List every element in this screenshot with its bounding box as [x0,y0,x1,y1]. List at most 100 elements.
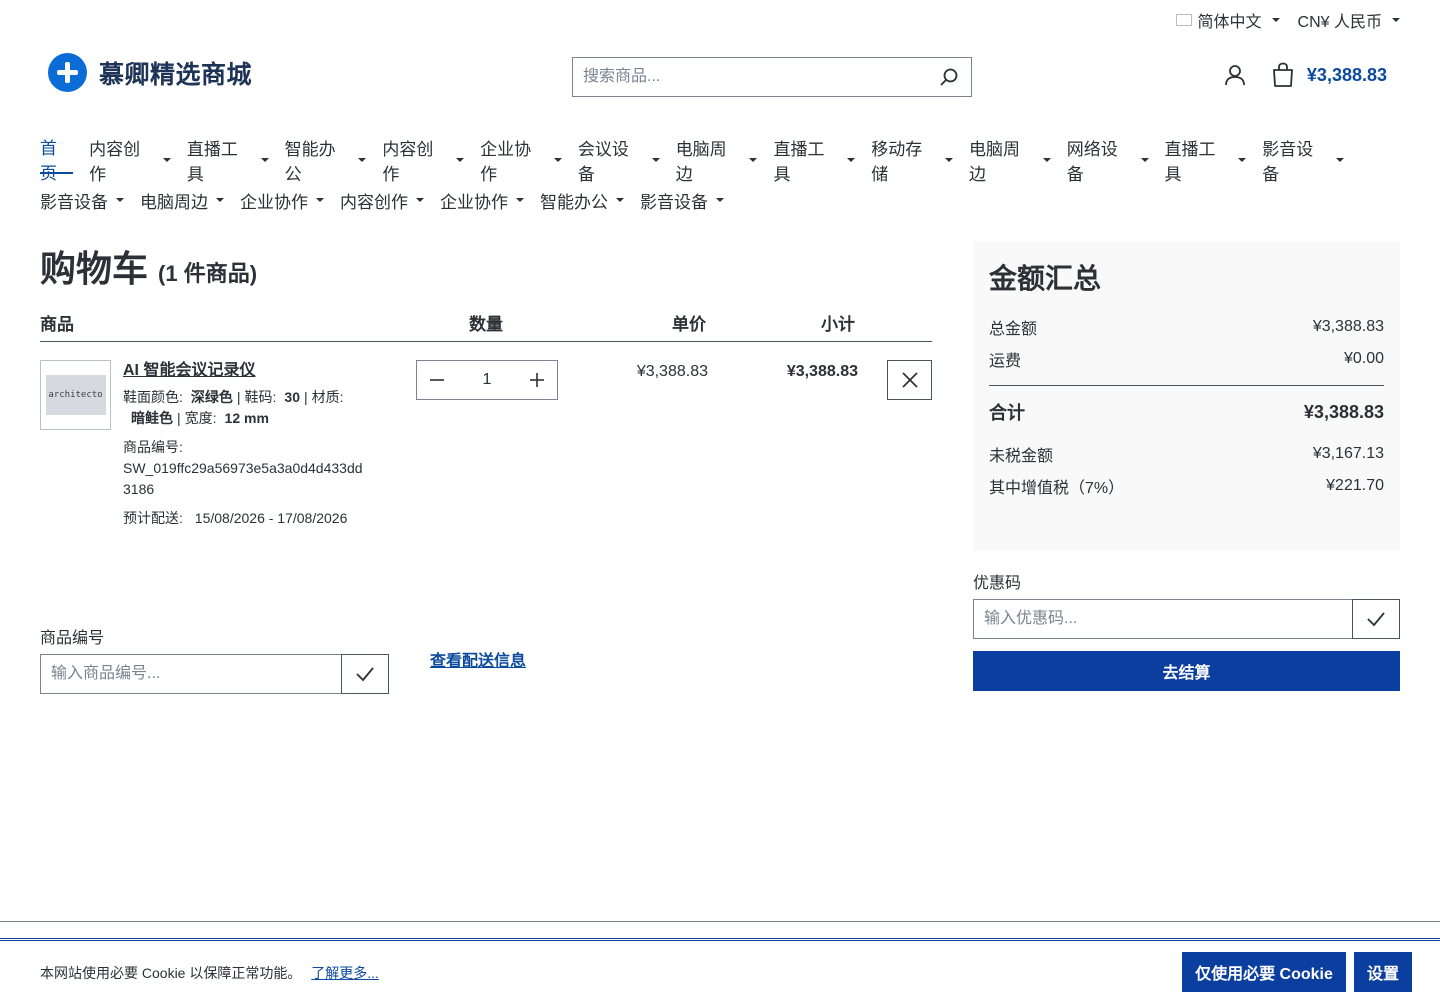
cookie-notice: 本网站使用必要 Cookie 以保障正常功能。 了解更多... [40,963,379,983]
caret-down-icon [1042,158,1051,162]
column-quantity: 数量 [469,315,503,334]
checkout-button[interactable]: 去结算 [973,651,1400,691]
nav-item[interactable]: 企业协作 [480,140,562,184]
search-bar [572,57,972,97]
nav-item[interactable]: 企业协作 [440,186,524,214]
search-input[interactable] [573,58,927,96]
coupon-label: 优惠码 [973,575,1022,592]
header-actions: ¥3,388.83 [1223,62,1387,88]
nav-item-label: 智能办公 [284,140,336,184]
coupon-submit-button[interactable] [1352,599,1400,639]
search-icon [940,68,958,86]
product-code-input[interactable] [40,654,341,694]
cart-table-header: 商品 数量 单价 小计 [40,306,932,342]
nav-item-label: 会议设备 [577,140,629,184]
product-name-link[interactable]: AI 智能会议记录仪 [123,360,255,381]
nav-item[interactable]: 首页 [40,139,74,183]
column-subtotal: 小计 [821,315,855,334]
brand-logo[interactable]: 慕卿精选商城 [48,53,252,92]
caret-down-icon [1140,158,1149,162]
unit-price: ¥3,388.83 [636,363,708,380]
product-thumbnail[interactable]: architecto [40,360,111,430]
close-icon [901,372,918,388]
nav-item-label: 直播工具 [1164,140,1216,184]
summary-divider [989,385,1384,386]
caret-down-icon [944,158,953,162]
increase-quantity-button[interactable] [517,361,557,399]
nav-item[interactable]: 智能办公 [285,140,367,184]
nav-item[interactable]: 会议设备 [578,140,660,184]
nav-item[interactable]: 移动存储 [871,140,953,184]
cookie-text: 本网站使用必要 Cookie 以保障正常功能。 [40,965,302,981]
delivery-estimate: 预计配送: 15/08/2026 - 17/08/2026 [123,510,348,526]
cookie-learn-more-link[interactable]: 了解更多... [311,965,379,981]
nav-item-label: 内容创作 [89,140,141,184]
nav-item[interactable]: 直播工具 [773,140,856,184]
cart-total: ¥3,388.83 [1306,64,1387,85]
nav-item-label: 影音设备 [1262,140,1314,184]
caret-down-icon [260,158,269,162]
caret-down-icon [749,158,758,162]
plus-logo-icon [48,53,87,92]
plus-icon [530,373,544,387]
caret-down-icon [358,158,367,162]
product-image: architecto [45,375,106,415]
product-sku: 商品编号: SW_019ffc29a56973e5a3a0d4d433dd318… [123,439,363,497]
footer-divider [0,921,1440,922]
caret-down-icon [716,198,724,202]
cookie-settings-button[interactable]: 设置 [1354,952,1412,992]
nav-item[interactable]: 直播工具 [187,140,269,184]
user-icon [1225,65,1245,86]
quantity-value[interactable]: 1 [483,371,492,389]
nav-item-label: 移动存储 [871,140,923,184]
coupon-inline-form [973,599,1400,639]
nav-item[interactable]: 电脑周边 [676,140,758,184]
search-button[interactable] [927,58,971,96]
cart-heading: 购物车 (1 件商品) [40,240,257,292]
nav-item[interactable]: 智能办公 [540,186,624,214]
nav-item[interactable]: 内容创作 [382,140,465,184]
coupon-input[interactable] [973,599,1352,639]
checkmark-icon [356,667,374,682]
nav-item[interactable]: 影音设备 [1262,140,1345,184]
caret-down-icon [116,198,124,202]
main-navigation: 首页 内容创作 直播工具 智能办公 内容创作 企业协作 会议设备 电脑周边 直播工具 移动存储 电脑… [40,139,1360,220]
nav-item[interactable]: 内容创作 [89,140,171,184]
nav-item-label: 直播工具 [773,140,825,184]
account-button[interactable] [1223,63,1247,87]
nav-item-label: 电脑周边 [968,140,1020,184]
shipping-info-link[interactable]: 查看配送信息 [430,647,526,671]
nav-item[interactable]: 企业协作 [240,186,324,214]
nav-item[interactable]: 影音设备 [40,186,124,214]
product-code-submit-button[interactable] [341,654,389,694]
summary-subtotal-row: 总金额 ¥3,388.83 [989,318,1384,338]
shopping-bag-icon [1273,62,1293,87]
page-title: 购物车 [40,248,149,289]
cookie-accept-button[interactable]: 仅使用必要 Cookie [1182,952,1346,992]
cart-button[interactable]: ¥3,388.83 [1271,62,1387,88]
nav-item[interactable]: 影音设备 [640,186,724,214]
nav-item[interactable]: 电脑周边 [969,140,1051,184]
product-code-inline-form [40,654,389,694]
language-label: 简体中文 [1197,14,1262,31]
remove-item-button[interactable] [887,360,932,400]
caret-down-icon [162,158,171,162]
nav-row: 影音设备 电脑周边 企业协作 内容创作 企业协作 智能办公 影音设备 [40,180,1360,220]
caret-down-icon [1271,18,1280,22]
nav-item[interactable]: 网络设备 [1067,140,1149,184]
caret-down-icon [516,198,524,202]
nav-item[interactable]: 直播工具 [1165,140,1247,184]
summary-title: 金额汇总 [989,263,1102,294]
caret-down-icon [553,158,562,162]
nav-item-label: 影音设备 [640,192,708,212]
cart-item-count: (1 件商品) [158,261,258,286]
product-code-label: 商品编号 [40,630,105,647]
nav-item[interactable]: 内容创作 [340,186,424,214]
decrease-quantity-button[interactable] [417,361,457,399]
language-selector[interactable]: 简体中文 [1175,8,1280,32]
currency-selector[interactable]: CN¥ 人民币 [1298,8,1400,32]
caret-down-icon [1392,18,1400,22]
nav-item-label: 网络设备 [1066,140,1118,184]
nav-item[interactable]: 电脑周边 [140,186,224,214]
nav-item-label: 直播工具 [186,140,238,184]
